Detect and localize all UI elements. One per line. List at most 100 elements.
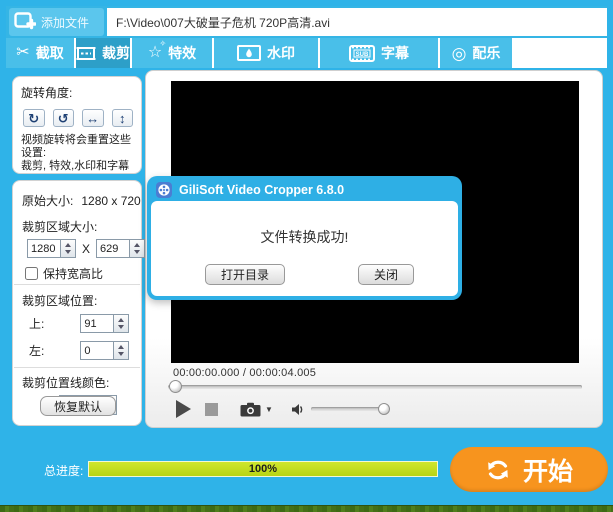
- dialog-message: 文件转换成功!: [260, 229, 349, 245]
- subtitle-icon: SUB: [349, 44, 375, 62]
- tab-crop[interactable]: 裁剪: [76, 38, 130, 68]
- total-progress-label: 总进度:: [44, 464, 84, 478]
- spinner-up-icon: [118, 318, 125, 322]
- add-file-icon: [14, 12, 36, 30]
- crop-height-spin-buttons[interactable]: [130, 239, 146, 258]
- flip-horizontal-button[interactable]: ↔: [82, 109, 104, 127]
- snapshot-menu-icon[interactable]: ▼: [265, 405, 273, 414]
- keep-aspect-label: 保持宽高比: [43, 267, 104, 281]
- camera-icon: [240, 402, 261, 416]
- close-button[interactable]: 关闭: [357, 264, 414, 285]
- star-icon: ☆ ✧: [147, 39, 167, 61]
- tab-effects[interactable]: ☆ ✧ 特效: [132, 38, 212, 68]
- snapshot-button[interactable]: ▼: [240, 402, 273, 417]
- scissors-icon: ✂: [16, 44, 30, 61]
- dialog-title: GiliSoft Video Cropper 6.8.0: [179, 182, 345, 197]
- stop-button[interactable]: [205, 402, 218, 416]
- volume-handle[interactable]: [377, 403, 390, 415]
- top-toolbar: 添加文件 F:\Video\007大破量子危机 720P高清.avi: [6, 6, 607, 38]
- tab-bar-filler: [514, 38, 607, 68]
- position-left-label: 左:: [29, 344, 45, 358]
- flip-vertical-icon: ↕: [119, 110, 126, 126]
- file-path-text: F:\Video\007大破量子危机 720P高清.avi: [116, 15, 330, 30]
- crop-height-spinner: [96, 239, 146, 258]
- dialog-titlebar[interactable]: GiliSoft Video Cropper 6.8.0: [147, 176, 462, 201]
- desktop-background-strip: [0, 505, 613, 512]
- subtitle-icon-text: SUB: [356, 51, 369, 57]
- add-file-label: 添加文件: [41, 15, 90, 30]
- crop-width-spin-buttons[interactable]: [61, 239, 76, 258]
- film-reel-icon: [156, 181, 172, 198]
- crop-height-input[interactable]: [96, 239, 131, 258]
- line-color-label: 裁剪位置线颜色:: [22, 376, 110, 390]
- tab-music-label: 配乐: [472, 45, 501, 61]
- tab-capture[interactable]: ✂ 截取: [6, 38, 74, 68]
- conversion-dialog: GiliSoft Video Cropper 6.8.0 文件转换成功! 打开目…: [147, 176, 462, 300]
- playback-controls: ▼: [146, 391, 602, 427]
- star-small-icon: ✧: [159, 39, 167, 48]
- spinner-up-icon: [134, 243, 141, 247]
- tab-watermark-label: 水印: [267, 45, 295, 61]
- position-top-spin-buttons[interactable]: [114, 314, 130, 333]
- spinner-up-icon: [65, 243, 71, 247]
- tab-subtitle[interactable]: SUB 字幕: [320, 38, 438, 68]
- tab-crop-label: 裁剪: [102, 45, 130, 61]
- tab-effects-label: 特效: [168, 45, 197, 61]
- volume-slider[interactable]: [310, 403, 390, 415]
- start-button[interactable]: 开始: [450, 447, 608, 492]
- sync-arrows-icon: [488, 460, 508, 479]
- rotate-cw-icon: ↻: [28, 110, 40, 126]
- seek-track[interactable]: [168, 385, 582, 389]
- spinner-up-icon: [118, 345, 125, 349]
- tab-capture-label: 截取: [35, 45, 64, 61]
- crop-settings-panel: 原始大小: 1280 x 720 裁剪区域大小: X: [12, 180, 146, 426]
- progress-percent-text: 100%: [248, 463, 278, 475]
- start-button-label: 开始: [522, 457, 573, 486]
- crop-position-label: 裁剪区域位置:: [22, 294, 98, 308]
- position-left-spin-buttons[interactable]: [114, 341, 130, 360]
- speaker-icon[interactable]: [291, 403, 305, 416]
- flip-horizontal-icon: ↔: [86, 110, 100, 126]
- file-path-field: F:\Video\007大破量子危机 720P高清.avi: [107, 8, 607, 36]
- rotation-panel: 旋转角度: ↻ ↺ ↔ ↕ 视频旋转将会重置这些设置: 裁剪, 特效,水印和字幕: [12, 76, 142, 174]
- crop-size-label: 裁剪区域大小:: [22, 220, 98, 234]
- rotate-ccw-button[interactable]: ↺: [52, 109, 74, 127]
- time-display: 00:00:00.000 / 00:00:04.005: [173, 367, 317, 379]
- watermark-icon: [237, 45, 261, 61]
- size-separator: X: [82, 241, 91, 256]
- restore-default-button[interactable]: 恢复默认: [40, 396, 116, 416]
- position-left-input[interactable]: [80, 341, 115, 360]
- original-size-label: 原始大小:: [22, 194, 74, 208]
- volume-control: [291, 403, 390, 416]
- play-button[interactable]: [176, 400, 191, 418]
- crop-icon: [76, 46, 96, 60]
- spinner-down-icon: [65, 250, 71, 254]
- spinner-down-icon: [118, 325, 125, 329]
- flip-vertical-button[interactable]: ↕: [111, 109, 133, 127]
- rotation-label: 旋转角度:: [21, 86, 73, 100]
- progress-bar: 100%: [88, 461, 438, 477]
- keep-aspect-checkbox[interactable]: [25, 267, 38, 280]
- app-window: 添加文件 F:\Video\007大破量子危机 720P高清.avi ✂ 截取 …: [0, 0, 613, 512]
- crop-width-input[interactable]: [27, 239, 61, 258]
- divider: [14, 367, 140, 368]
- spinner-down-icon: [134, 250, 141, 254]
- tab-bar: ✂ 截取 裁剪 ☆ ✧ 特效 水印 SUB 字幕 ◎ 配乐: [6, 38, 607, 68]
- open-directory-button[interactable]: 打开目录: [205, 264, 286, 285]
- dialog-body: 文件转换成功! 打开目录 关闭: [151, 201, 458, 296]
- position-top-input[interactable]: [80, 314, 115, 333]
- tab-music[interactable]: ◎ 配乐: [440, 38, 512, 68]
- rotation-warning: 视频旋转将会重置这些设置: 裁剪, 特效,水印和字幕: [21, 134, 131, 172]
- tab-subtitle-label: 字幕: [381, 45, 409, 61]
- position-top-spinner: [80, 314, 130, 333]
- original-size-value: 1280 x 720: [81, 193, 141, 208]
- crop-width-spinner: [27, 239, 76, 258]
- add-file-button[interactable]: 添加文件: [9, 8, 104, 36]
- rotate-ccw-icon: ↺: [57, 110, 69, 126]
- divider: [14, 284, 140, 285]
- position-top-label: 上:: [29, 317, 45, 331]
- tab-watermark[interactable]: 水印: [214, 38, 318, 68]
- spinner-down-icon: [118, 352, 125, 356]
- rotate-cw-button[interactable]: ↻: [23, 109, 45, 127]
- music-disc-icon: ◎: [451, 43, 467, 63]
